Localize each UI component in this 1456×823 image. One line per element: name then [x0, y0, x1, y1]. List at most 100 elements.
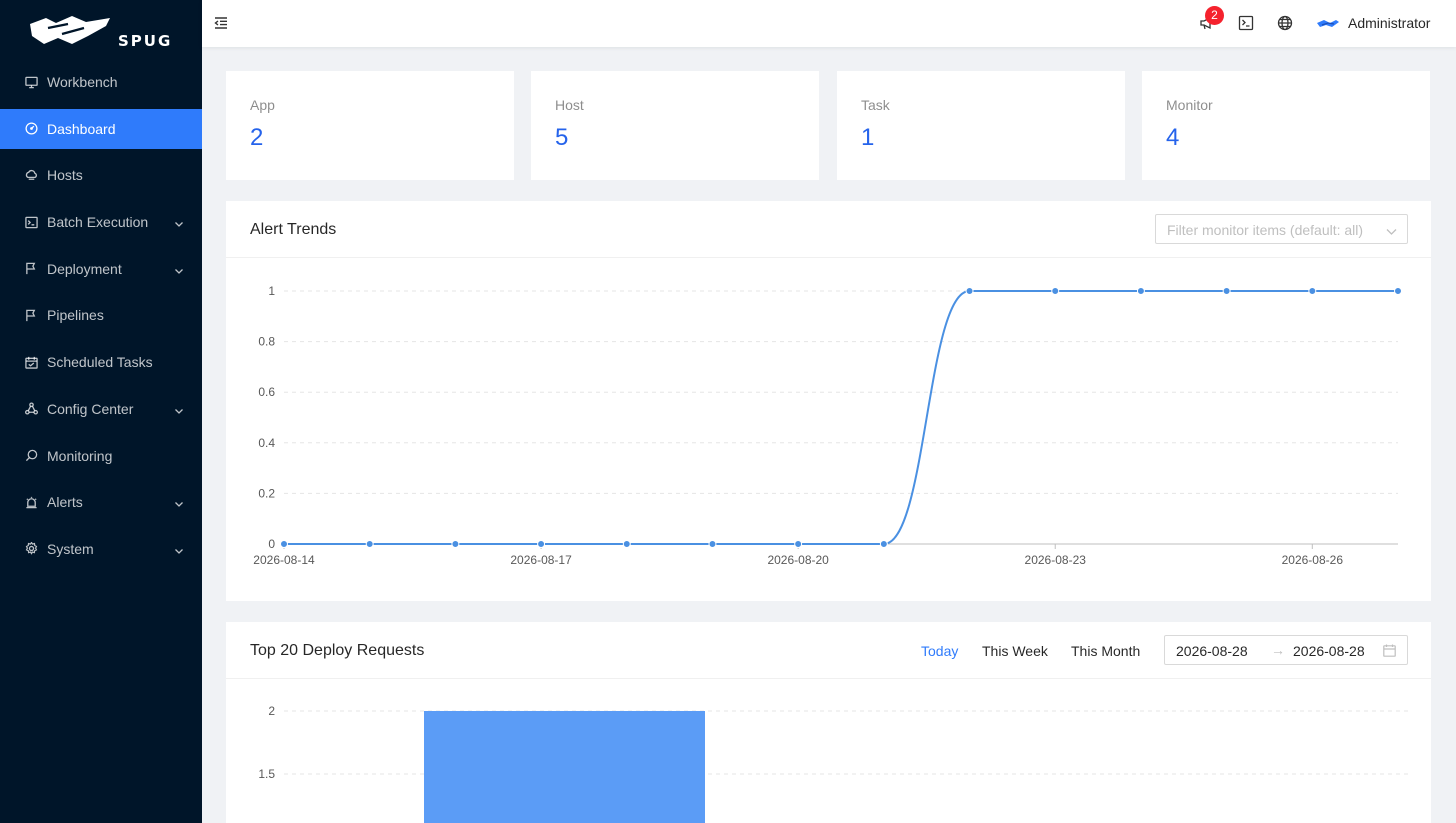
data-point	[1136, 287, 1145, 295]
stat-label: Host	[555, 97, 584, 113]
sidebar-item-label: Config Center	[47, 400, 134, 417]
deploy-requests-chart: 1.52	[258, 704, 1408, 823]
sidebar-item-label: Batch Execution	[47, 214, 149, 231]
code-icon	[24, 215, 38, 229]
chevron-down-icon	[174, 263, 184, 274]
dashboard-icon	[24, 122, 38, 136]
y-tick-label: 0.2	[258, 486, 275, 500]
sidebar-menu: Workbench Dashboard Hosts Batch Executio…	[0, 62, 202, 576]
user-name[interactable]: Administrator	[1348, 15, 1430, 31]
y-tick-label: 2	[268, 704, 275, 718]
x-tick-label: 2026-08-23	[1025, 553, 1087, 567]
top-header: 2 Administrator	[202, 0, 1456, 47]
panel-title: Top 20 Deploy Requests	[250, 642, 425, 659]
deploy-requests-panel: Top 20 Deploy Requests Today This Week T…	[226, 622, 1431, 823]
sidebar-item-alerts[interactable]: Alerts	[0, 482, 202, 522]
y-tick-label: 1.5	[258, 767, 275, 781]
sidebar-item-label: Monitoring	[47, 447, 113, 464]
data-point	[280, 540, 288, 548]
sidebar-item-deployment[interactable]: Deployment	[0, 249, 202, 289]
alert-trends-panel: Alert Trends Filter monitor items (defau…	[226, 201, 1431, 601]
sidebar-item-scheduled-tasks[interactable]: Scheduled Tasks	[0, 342, 202, 382]
data-point	[879, 540, 888, 548]
global-icon[interactable]	[1277, 15, 1293, 31]
x-tick-label: 2026-08-17	[510, 553, 572, 567]
sidebar-item-label: System	[47, 540, 94, 557]
calendar-icon	[1383, 644, 1396, 657]
cloud-server-icon	[24, 168, 38, 182]
monitor-filter-select[interactable]: Filter monitor items (default: all)	[1155, 214, 1408, 244]
y-tick-label: 0.6	[258, 385, 275, 399]
y-tick-label: 0.4	[258, 436, 275, 450]
sidebar-item-label: Pipelines	[47, 307, 104, 324]
y-tick-label: 1	[268, 284, 275, 298]
y-tick-label: 0.8	[258, 335, 275, 349]
stat-card-task: Task 1	[837, 71, 1125, 180]
date-range-picker[interactable]: 2026-08-28 → 2026-08-28	[1164, 635, 1408, 665]
x-tick-label: 2026-08-26	[1282, 553, 1344, 567]
terminal-icon[interactable]	[1238, 15, 1254, 31]
avatar[interactable]	[1316, 17, 1340, 31]
sidebar: SPUG Workbench Dashboard Hosts Batch Exe…	[0, 0, 202, 823]
chevron-down-icon	[174, 496, 184, 508]
flag-icon	[24, 308, 38, 322]
brand-name: SPUG	[118, 32, 173, 50]
alert-series-line	[283, 290, 1398, 546]
sidebar-item-label: Hosts	[47, 167, 83, 184]
stat-value: 5	[555, 124, 569, 151]
arrow-right-icon: →	[1271, 642, 1285, 658]
date-start[interactable]: 2026-08-28	[1176, 643, 1248, 659]
data-point	[622, 540, 631, 548]
sidebar-item-dashboard[interactable]: Dashboard	[0, 108, 202, 149]
sidebar-item-batch-execution[interactable]: Batch Execution	[0, 202, 202, 242]
sidebar-item-label: Dashboard	[47, 120, 116, 137]
alert-icon	[24, 495, 38, 509]
sidebar-item-pipelines[interactable]: Pipelines	[0, 295, 202, 335]
schedule-icon	[24, 355, 38, 369]
desktop-icon	[24, 75, 38, 89]
stat-card-app: App 2	[226, 71, 514, 180]
tab-this-month[interactable]: This Month	[1071, 643, 1140, 659]
sidebar-item-label: Alerts	[47, 494, 83, 511]
stat-label: Monitor	[1166, 97, 1213, 113]
select-placeholder: Filter monitor items (default: all)	[1167, 222, 1364, 238]
stat-value: 2	[250, 124, 264, 151]
stat-value: 1	[861, 124, 875, 151]
chevron-down-icon	[174, 216, 184, 227]
sidebar-item-config-center[interactable]: Config Center	[0, 389, 202, 429]
data-point	[451, 540, 460, 548]
data-point	[794, 540, 803, 548]
stat-card-monitor: Monitor 4	[1142, 71, 1430, 180]
panel-header: Top 20 Deploy Requests Today This Week T…	[226, 622, 1431, 679]
tab-this-week[interactable]: This Week	[982, 643, 1048, 659]
tab-today[interactable]: Today	[921, 643, 958, 659]
y-tick-label: 0	[268, 537, 275, 551]
monitor-icon	[24, 449, 38, 463]
notification-badge: 2	[1205, 6, 1224, 25]
data-point	[1308, 287, 1317, 295]
data-point	[965, 287, 974, 295]
data-point	[1394, 287, 1402, 295]
stat-label: Task	[861, 97, 890, 113]
panel-header: Alert Trends Filter monitor items (defau…	[226, 201, 1431, 258]
x-tick-label: 2026-08-14	[253, 553, 315, 567]
chevron-down-icon	[174, 543, 184, 554]
sidebar-item-label: Deployment	[47, 260, 122, 277]
sidebar-item-system[interactable]: System	[0, 529, 202, 569]
data-point	[1051, 287, 1060, 295]
alert-trends-chart: 0 0.2 0.4 0.6 0.8 1 2026-08-14 2026-08-17 2026-0…	[253, 284, 1402, 567]
sidebar-item-label: Scheduled Tasks	[47, 354, 153, 371]
data-point	[1222, 287, 1231, 295]
sidebar-item-monitoring[interactable]: Monitoring	[0, 436, 202, 476]
panel-title: Alert Trends	[250, 221, 337, 238]
sidebar-item-workbench[interactable]: Workbench	[0, 62, 202, 102]
sidebar-item-label: Workbench	[47, 74, 118, 90]
chevron-down-icon	[174, 403, 184, 414]
date-end[interactable]: 2026-08-28	[1293, 643, 1365, 659]
flag-icon	[24, 262, 38, 276]
x-tick-label: 2026-08-20	[767, 553, 829, 567]
sidebar-item-hosts[interactable]: Hosts	[0, 155, 202, 195]
menu-fold-icon[interactable]	[214, 16, 228, 30]
stat-label: App	[250, 97, 275, 113]
setting-icon	[24, 542, 38, 556]
